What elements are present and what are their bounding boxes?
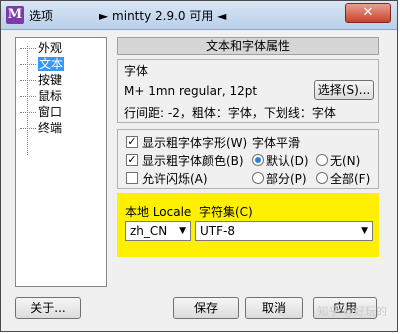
category-tree: 外观 文本 按键 鼠标 窗口 终端 <box>15 37 107 287</box>
charset-select[interactable]: UTF-8 ▼ <box>195 221 373 241</box>
chevron-down-icon: ▼ <box>179 226 186 236</box>
smoothing-none-label: 无(N) <box>330 154 361 168</box>
locale-highlight: 本地 Locale 字符集(C) zh_CN ▼ UTF-8 ▼ <box>117 193 379 257</box>
close-button[interactable]: ✕ <box>345 3 391 23</box>
smoothing-default-radio[interactable] <box>252 154 264 166</box>
charset-label: 字符集(C) <box>199 205 253 219</box>
allow-blink-checkbox[interactable] <box>126 172 138 184</box>
locale-select[interactable]: zh_CN ▼ <box>125 221 191 241</box>
save-button[interactable]: 保存 <box>173 297 239 319</box>
cancel-button[interactable]: 取消 <box>245 297 303 319</box>
tree-item-keys[interactable]: 按键 <box>20 72 62 89</box>
mintty-app-icon: M <box>6 6 24 24</box>
font-group: 字体 M+ 1mn regular, 12pt 选择(S)... 行间距: -2… <box>117 59 379 123</box>
smoothing-partial-radio[interactable] <box>252 172 264 184</box>
smoothing-none-radio[interactable] <box>316 154 328 166</box>
tree-item-mouse[interactable]: 鼠标 <box>20 88 62 105</box>
smoothing-label: 字体平滑 <box>252 136 301 150</box>
charset-value: UTF-8 <box>200 224 235 238</box>
select-font-button[interactable]: 选择(S)... <box>314 80 374 100</box>
tree-item-window[interactable]: 窗口 <box>20 104 62 121</box>
window-title: 选项 <box>29 9 54 23</box>
font-label: 字体 <box>124 64 149 78</box>
tree-item-terminal[interactable]: 终端 <box>20 120 62 137</box>
allow-blink-label: 允许闪烁(A) <box>142 172 208 186</box>
locale-label: 本地 Locale <box>125 205 192 219</box>
locale-value: zh_CN <box>130 224 168 238</box>
font-value: M+ 1mn regular, 12pt <box>124 84 258 98</box>
tree-item-appearance[interactable]: 外观 <box>20 40 62 57</box>
font-details: 行间距: -2，粗体：字体，下划线：字体 <box>124 106 336 120</box>
bold-as-colour-checkbox[interactable]: ✓ <box>126 154 138 166</box>
watermark: 知乎 @好玩的 <box>317 305 388 318</box>
smoothing-default-label: 默认(D) <box>266 154 309 168</box>
bold-smoothing-group: ✓ 显示粗字体字形(W) ✓ 显示粗字体颜色(B) 允许闪烁(A) 字体平滑 默… <box>117 129 379 189</box>
title-bar[interactable]: M 选项 ► mintty 2.9.0 可用 ◄ ✕ <box>1 1 397 30</box>
about-button[interactable]: 关于... <box>15 297 81 319</box>
bold-as-colour-label: 显示粗字体颜色(B) <box>142 154 244 168</box>
smoothing-full-label: 全部(F) <box>330 172 371 186</box>
bold-as-font-checkbox[interactable]: ✓ <box>126 136 138 148</box>
bold-as-font-label: 显示粗字体字形(W) <box>142 136 248 150</box>
options-window: M 选项 ► mintty 2.9.0 可用 ◄ ✕ 外观 文本 按键 鼠标 窗… <box>0 0 398 332</box>
panel-header: 文本和字体属性 <box>117 37 379 55</box>
app-version-title: ► mintty 2.9.0 可用 ◄ <box>99 9 227 23</box>
chevron-down-icon: ▼ <box>361 226 368 236</box>
tree-item-text[interactable]: 文本 <box>20 56 65 73</box>
smoothing-partial-label: 部分(P) <box>266 172 307 186</box>
smoothing-full-radio[interactable] <box>316 172 328 184</box>
